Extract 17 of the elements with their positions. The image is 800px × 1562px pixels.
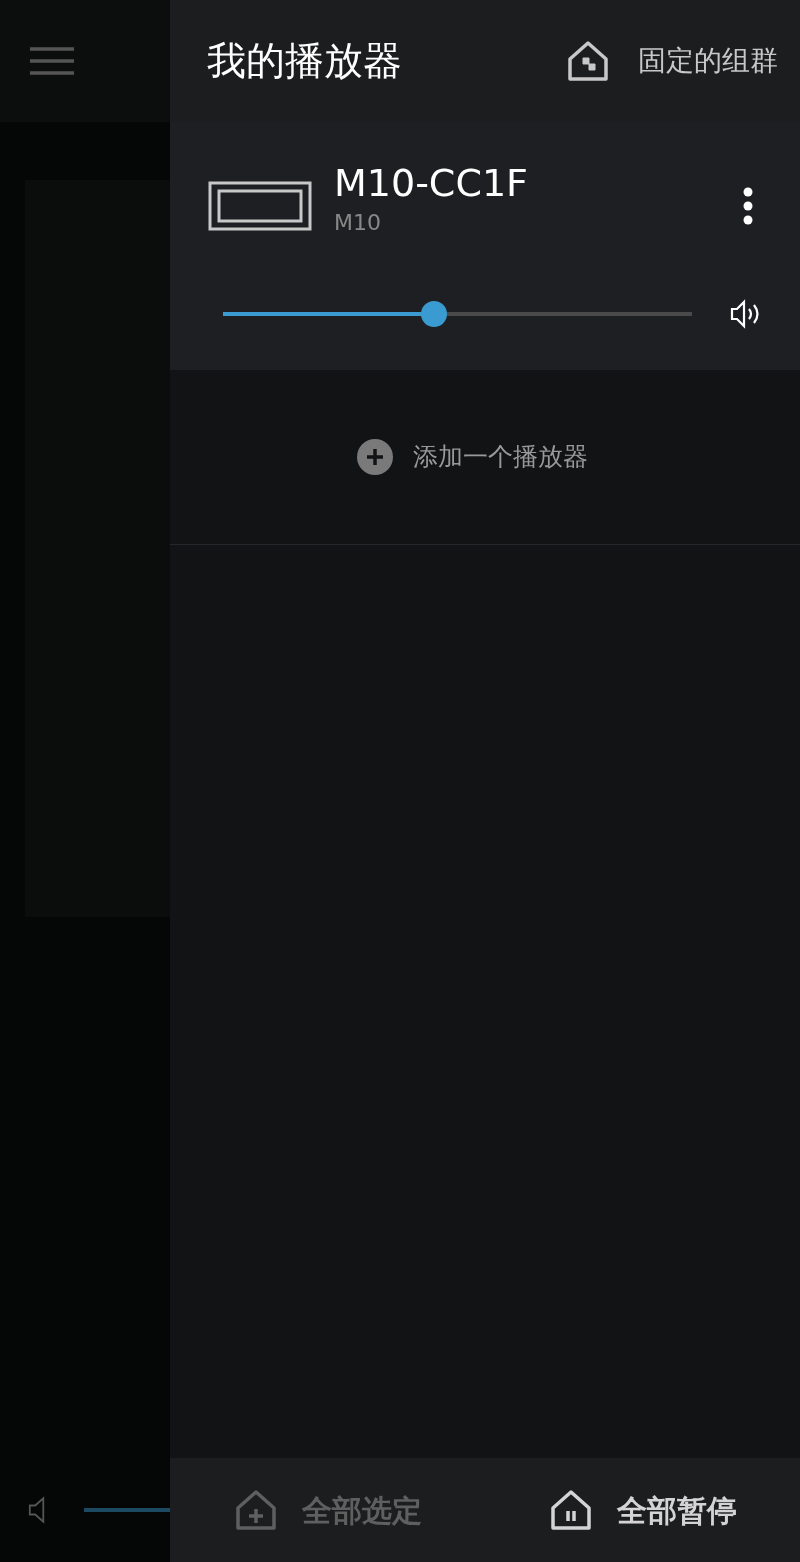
house-icon [548,1488,593,1532]
player-card[interactable]: M10-CC1F M10 [170,122,800,370]
speaker-device-icon [208,180,312,231]
plus-circle-icon [356,439,393,475]
drawer-title: 我的播放器 [207,36,403,85]
add-player-button[interactable]: 添加一个播放器 [170,370,800,545]
speaker-icon[interactable] [28,1496,46,1524]
player-name: M10-CC1F [334,160,529,206]
pinned-groups-button[interactable]: 固定的组群 [566,39,778,83]
menu-icon[interactable] [30,46,74,76]
more-options-icon[interactable] [742,186,754,225]
slider-thumb[interactable] [421,301,448,327]
volume-slider[interactable] [223,301,692,327]
house-icon [233,1488,278,1532]
house-icon [566,39,610,83]
player-model: M10 [334,209,382,237]
footer-button[interactable]: 全部暂停 [485,1458,800,1562]
